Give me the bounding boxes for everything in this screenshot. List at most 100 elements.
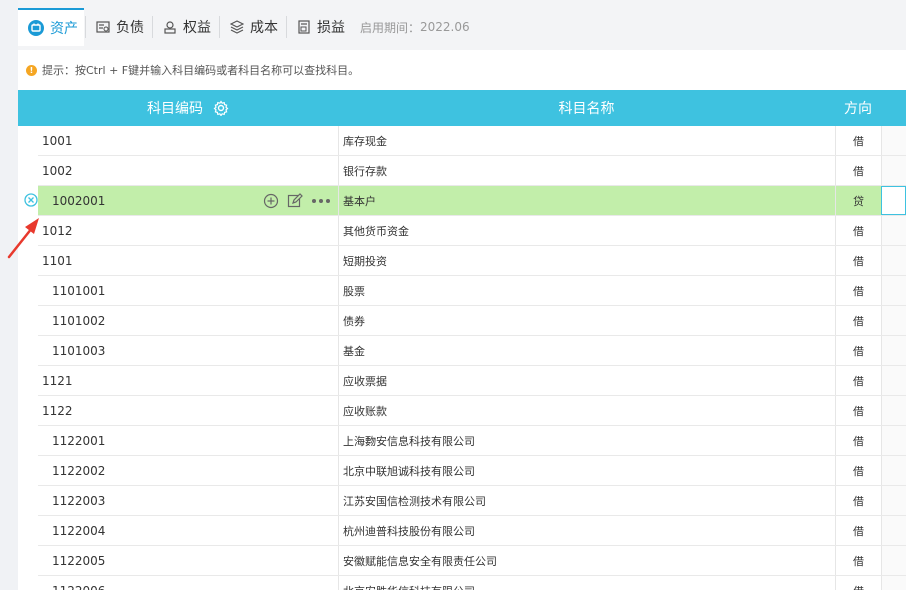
cell-name: 安徽赋能信息安全有限责任公司 (338, 546, 835, 575)
cell-name: 短期投资 (338, 246, 835, 275)
cell-extra (881, 276, 906, 305)
cell-name: 其他货币资金 (338, 216, 835, 245)
cell-name: 银行存款 (338, 156, 835, 185)
table-row[interactable]: 1001 库存现金 借 (38, 126, 906, 156)
cell-extra (881, 306, 906, 335)
cell-direction: 借 (835, 246, 881, 275)
cell-extra (881, 366, 906, 395)
cell-extra (881, 546, 906, 575)
cell-code: 1101002 (52, 313, 106, 328)
cell-direction: 借 (835, 366, 881, 395)
profit-loss-icon (298, 20, 310, 34)
table-row[interactable]: 1012 其他货币资金 借 (38, 216, 906, 246)
table-row[interactable]: 1122004 杭州迪普科技股份有限公司 借 (38, 516, 906, 546)
cost-icon (230, 20, 244, 34)
cell-name: 上海覅安信息科技有限公司 (338, 426, 835, 455)
cell-extra (881, 576, 906, 590)
cell-direction: 借 (835, 426, 881, 455)
cell-code: 1001 (42, 133, 73, 148)
cell-extra (881, 156, 906, 185)
asset-icon (28, 20, 44, 36)
table-row[interactable]: 1101001 股票 借 (38, 276, 906, 306)
header-code-label: 科目编码 (147, 101, 203, 117)
cell-direction: 借 (835, 126, 881, 155)
cell-extra (881, 396, 906, 425)
table-row[interactable]: 1122002 北京中联旭诚科技有限公司 借 (38, 456, 906, 486)
tab-liability[interactable]: 负债 (86, 8, 152, 46)
cell-name: 债券 (338, 306, 835, 335)
cell-code: 1122001 (52, 433, 106, 448)
tab-profit-loss[interactable]: 损益 (287, 8, 353, 46)
cell-direction: 借 (835, 306, 881, 335)
cell-code: 1122004 (52, 523, 106, 538)
cell-extra (881, 426, 906, 455)
cell-name: 应收账款 (338, 396, 835, 425)
annotation-arrow-icon (7, 218, 39, 259)
edit-icon[interactable] (287, 192, 303, 209)
tab-asset-label: 资产 (50, 21, 78, 37)
cell-code: 1012 (42, 223, 73, 238)
cell-direction: 贷 (835, 186, 881, 215)
table-row-selected[interactable]: 1002001 基本户 贷 (38, 186, 906, 216)
hint-text: 提示：按Ctrl + F键并输入科目编码或者科目名称可以查找科目。 (42, 64, 360, 77)
add-circle-icon[interactable] (263, 193, 279, 209)
cell-direction: 借 (835, 486, 881, 515)
cell-direction: 借 (835, 156, 881, 185)
opening-period-value: 2022.06 (420, 20, 470, 34)
cell-name: 北京中联旭诚科技有限公司 (338, 456, 835, 485)
tab-cost[interactable]: 成本 (220, 8, 286, 46)
hint-bar: ! 提示：按Ctrl + F键并输入科目编码或者科目名称可以查找科目。 (18, 50, 906, 90)
cell-direction: 借 (835, 456, 881, 485)
table-row[interactable]: 1122001 上海覅安信息科技有限公司 借 (38, 426, 906, 456)
table-row[interactable]: 1122006 北京安胜华信科技有限公司 借 (38, 576, 906, 590)
more-icon[interactable] (311, 193, 331, 209)
cell-name: 股票 (338, 276, 835, 305)
table-row[interactable]: 1101 短期投资 借 (38, 246, 906, 276)
cell-name: 基本户 (338, 186, 835, 215)
cell-direction: 借 (835, 276, 881, 305)
table-body: 1001 库存现金 借 1002 银行存款 借 1002001 基本户 贷 10… (38, 126, 906, 590)
cell-name: 基金 (338, 336, 835, 365)
cell-extra[interactable] (881, 186, 906, 215)
cell-name: 江苏安国信检测技术有限公司 (338, 486, 835, 515)
header-name: 科目名称 (338, 90, 835, 126)
opening-period-label: 启用期间： (360, 20, 421, 35)
cell-name: 库存现金 (338, 126, 835, 155)
cancel-circle-icon[interactable] (24, 193, 38, 207)
header-code: 科目编码 (38, 90, 338, 126)
cell-code: 1122003 (52, 493, 106, 508)
cell-extra (881, 456, 906, 485)
table-row[interactable]: 1002 银行存款 借 (38, 156, 906, 186)
tab-equity[interactable]: 权益 (153, 8, 219, 46)
table-row[interactable]: 1122 应收账款 借 (38, 396, 906, 426)
header-name-label: 科目名称 (558, 101, 615, 117)
left-strip (0, 0, 18, 590)
cell-code: 1101003 (52, 343, 106, 358)
page: 资产 负债 权益 成本 损益 启用期间： 2022.06 ! 提示：按Ctrl … (0, 0, 906, 590)
cell-extra (881, 216, 906, 245)
cell-extra (881, 516, 906, 545)
cell-direction: 借 (835, 576, 881, 590)
table-row[interactable]: 1122003 江苏安国信检测技术有限公司 借 (38, 486, 906, 516)
equity-icon (164, 21, 176, 34)
cell-code: 1101001 (52, 283, 106, 298)
tab-asset[interactable]: 资产 (18, 8, 84, 46)
cell-code: 1122 (42, 403, 73, 418)
cell-code: 1122006 (38, 576, 338, 590)
table-row[interactable]: 1101002 债券 借 (38, 306, 906, 336)
cell-extra (881, 336, 906, 365)
cell-name: 应收票据 (338, 366, 835, 395)
header-direction: 方向 (835, 90, 881, 126)
gear-icon[interactable] (213, 100, 229, 116)
header-direction-label: 方向 (844, 101, 872, 117)
table-row[interactable]: 1101003 基金 借 (38, 336, 906, 366)
tab-profit-loss-label: 损益 (317, 20, 345, 36)
warning-icon: ! (26, 64, 37, 76)
cell-direction: 借 (835, 546, 881, 575)
cell-extra (881, 246, 906, 275)
table-row[interactable]: 1121 应收票据 借 (38, 366, 906, 396)
table-header: 科目编码 科目名称 方向 (18, 90, 906, 126)
cell-direction: 借 (835, 336, 881, 365)
cell-extra (881, 126, 906, 155)
table-row[interactable]: 1122005 安徽赋能信息安全有限责任公司 借 (38, 546, 906, 576)
